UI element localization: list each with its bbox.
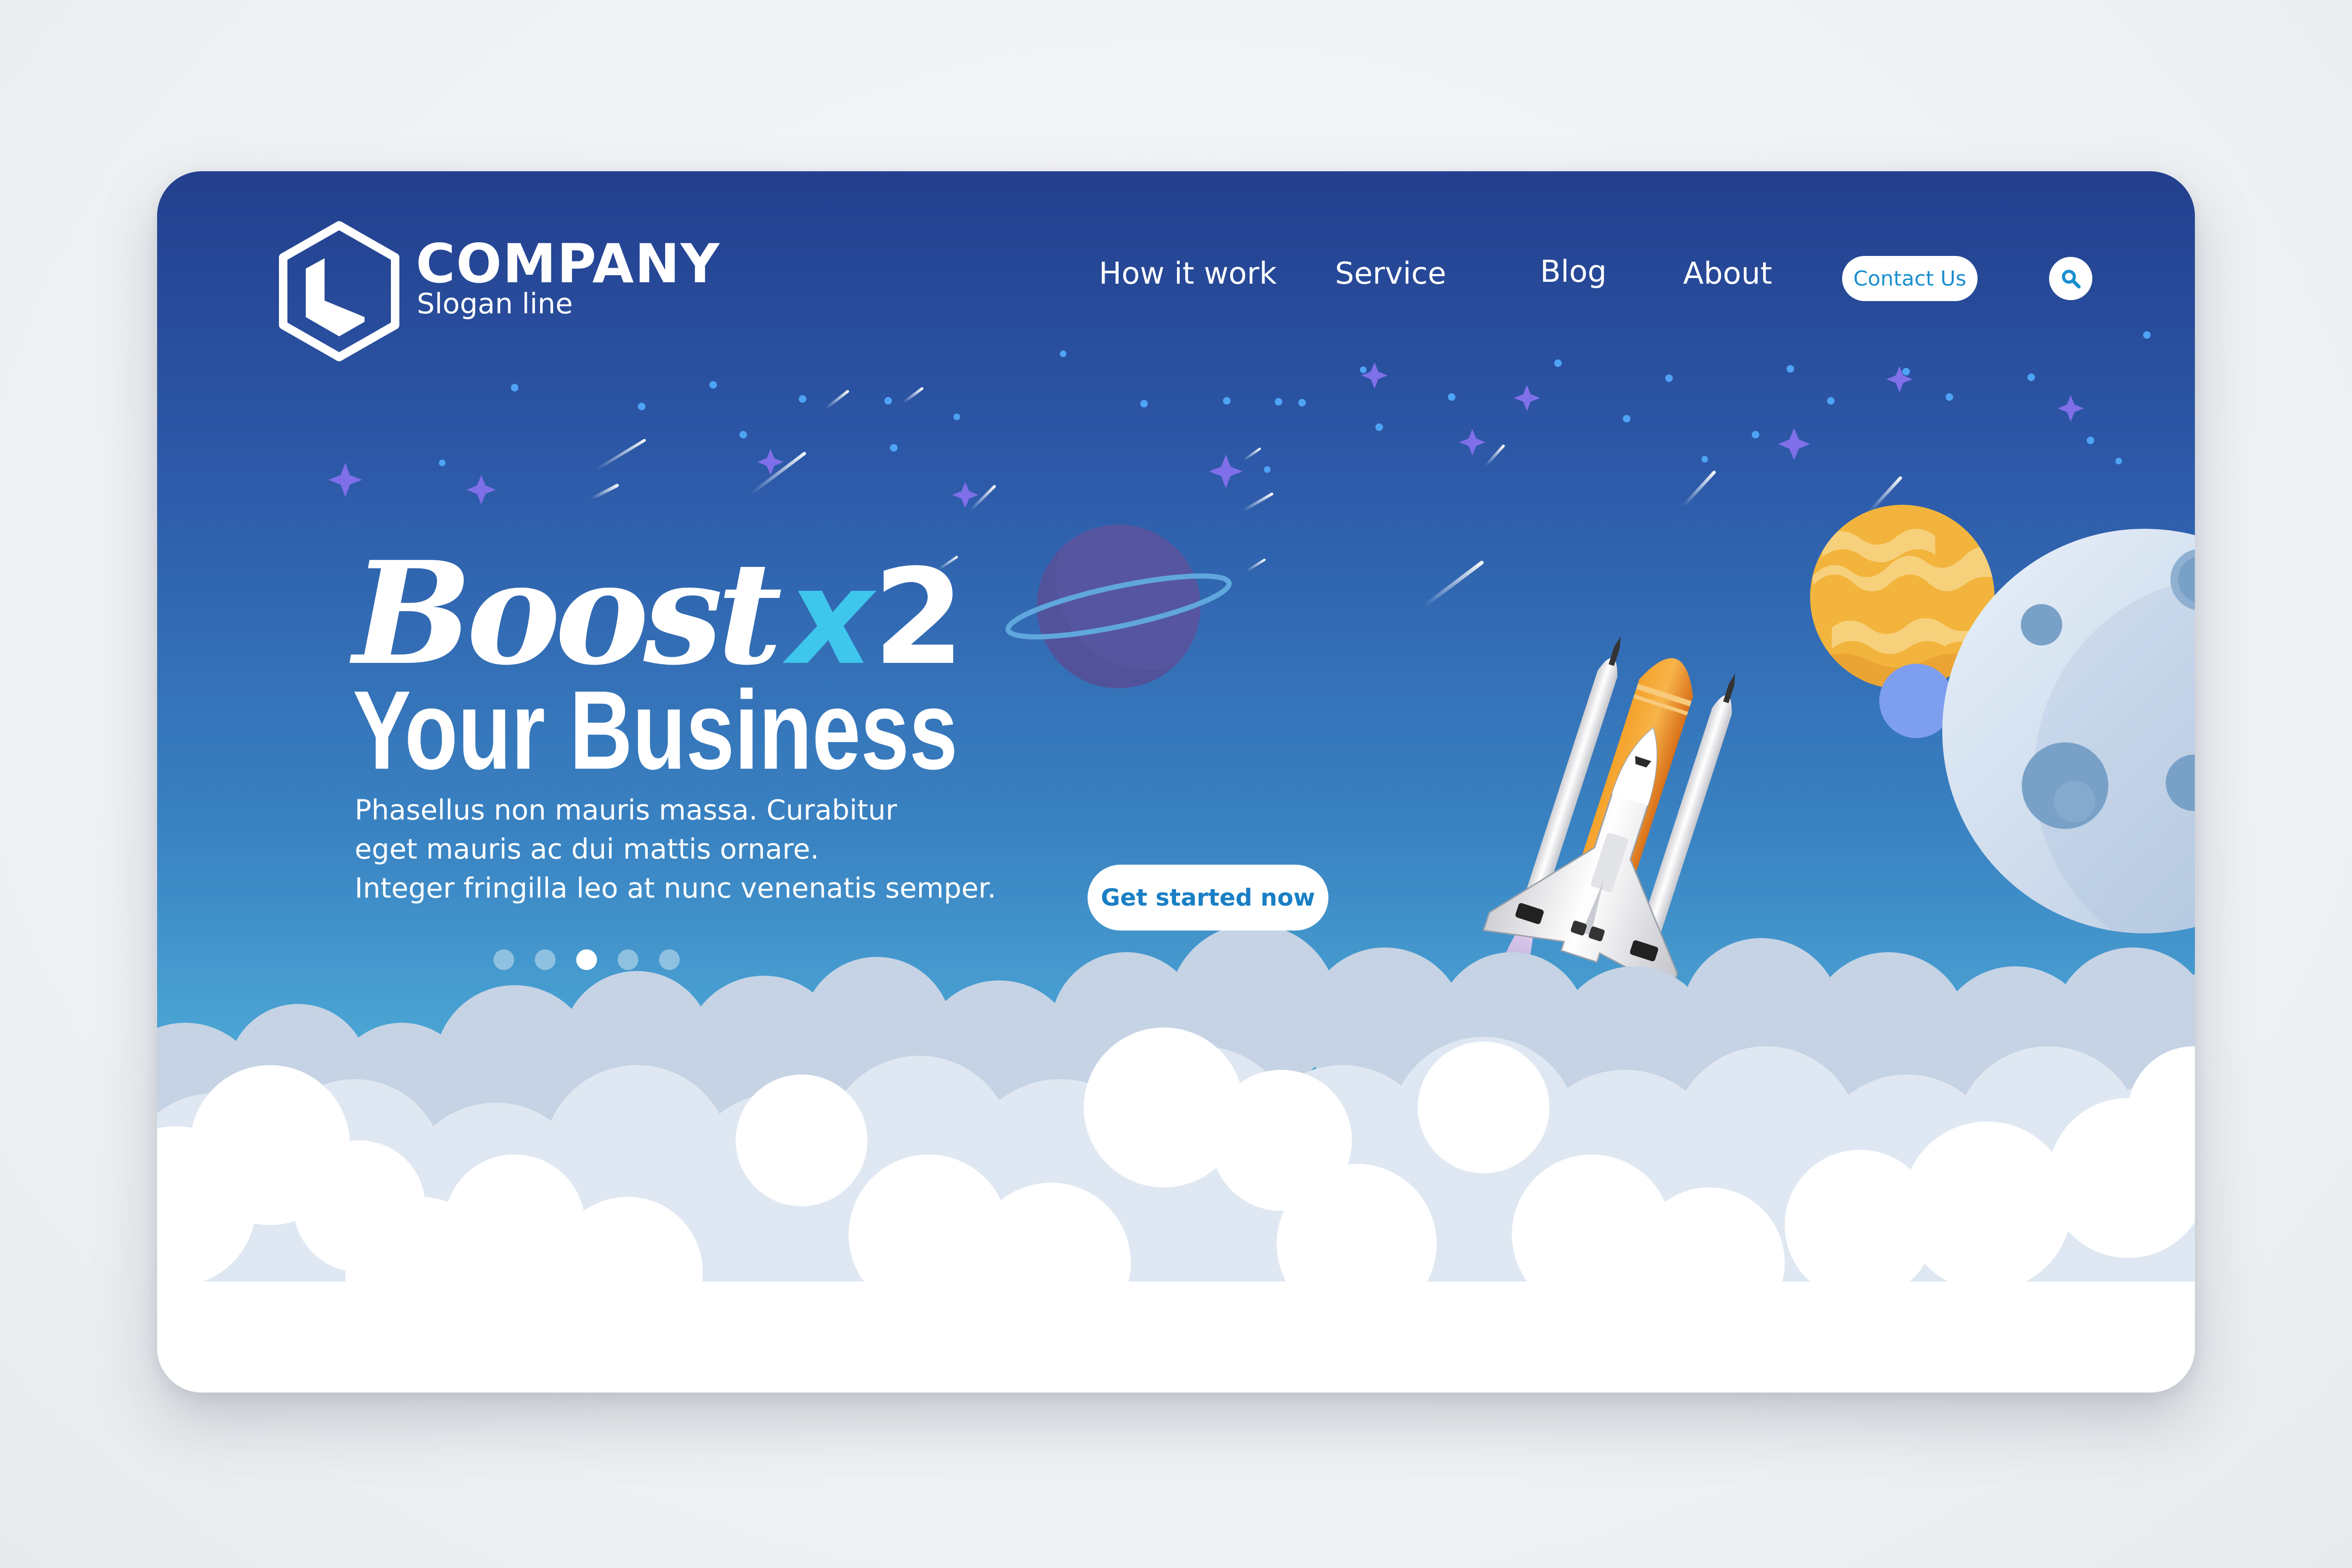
contact-us-button[interactable]: Contact Us xyxy=(1842,256,1978,301)
carousel-dot-2[interactable] xyxy=(535,949,556,970)
nav-link-about[interactable]: About xyxy=(1683,259,1772,289)
carousel-dot-4[interactable] xyxy=(618,949,638,970)
hero-description-line-1: Phasellus non mauris massa. Curabitur xyxy=(355,794,898,826)
hero-description: Phasellus non mauris massa. Curabitur ege… xyxy=(355,790,1037,907)
star-field xyxy=(439,331,2151,473)
carousel-dot-1[interactable] xyxy=(493,949,514,970)
nav-link-service[interactable]: Service xyxy=(1335,259,1446,289)
search-icon xyxy=(2062,270,2081,289)
ringed-planet-illustration xyxy=(1005,525,1232,688)
carousel-pagination xyxy=(493,949,680,970)
carousel-dot-3-active[interactable] xyxy=(576,949,597,970)
landing-page: COMPANY Slogan line How it work Service … xyxy=(157,171,2195,1393)
nav-link-how-it-work[interactable]: How it work xyxy=(1099,259,1277,289)
hero-description-line-3: Integer fringilla leo at nunc venenatis … xyxy=(355,872,996,904)
nav-link-blog[interactable]: Blog xyxy=(1540,257,1606,287)
brand-name: COMPANY xyxy=(416,232,721,295)
get-started-button[interactable]: Get started now xyxy=(1088,865,1328,931)
hero-description-line-2: eget mauris ac dui mattis ornare. xyxy=(355,833,819,865)
space-shuttle-illustration xyxy=(1482,636,1735,993)
hero-subheadline: Your Business xyxy=(353,668,958,793)
carousel-dot-5[interactable] xyxy=(659,949,680,970)
company-logo-icon xyxy=(279,221,399,361)
search-button[interactable] xyxy=(2049,257,2092,300)
brand-slogan: Slogan line xyxy=(417,287,573,320)
hero-headline: Boostx2 xyxy=(353,543,965,684)
sparkle-stars xyxy=(328,362,2084,508)
